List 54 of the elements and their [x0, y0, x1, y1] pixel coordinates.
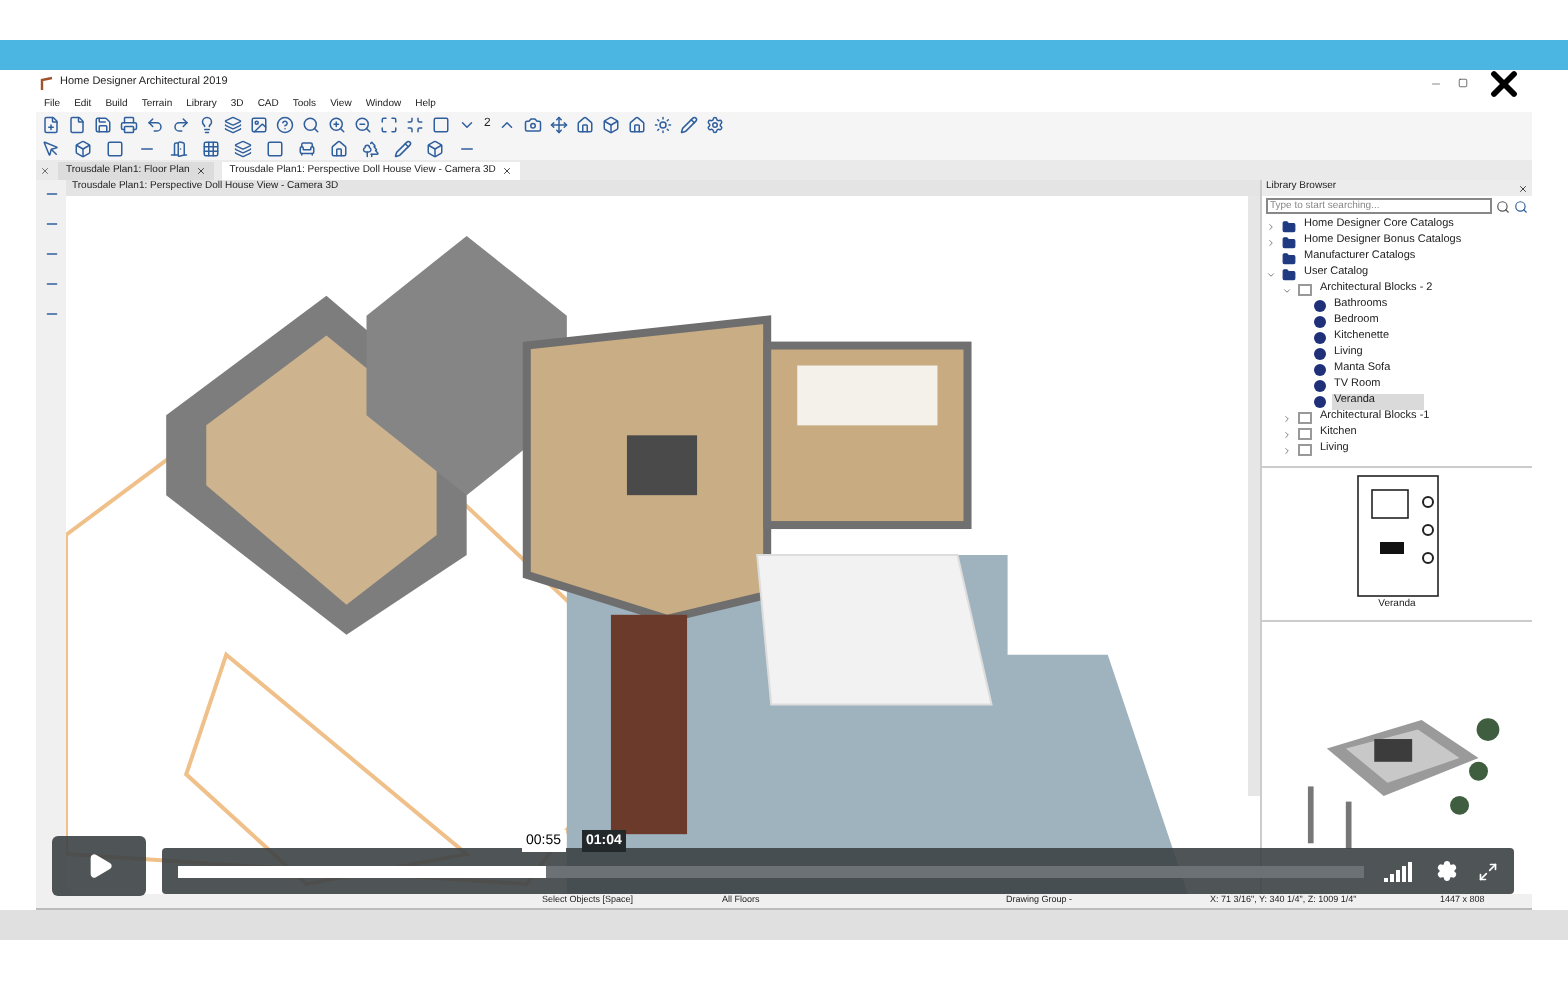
new-file-icon[interactable] — [42, 115, 60, 133]
zoom-in-icon[interactable] — [328, 115, 346, 133]
scrollbar[interactable] — [1248, 196, 1260, 796]
shrink-icon[interactable] — [406, 115, 424, 133]
undo-icon[interactable] — [146, 115, 164, 133]
file-icon[interactable] — [68, 115, 86, 133]
image-icon[interactable] — [250, 115, 268, 133]
grid-icon[interactable] — [202, 139, 220, 157]
door-icon[interactable] — [170, 139, 188, 157]
pointer-icon[interactable] — [42, 139, 60, 157]
move-icon[interactable] — [550, 115, 569, 133]
expand-icon[interactable] — [1282, 413, 1292, 423]
wall-icon[interactable] — [106, 139, 124, 157]
box-icon[interactable] — [426, 139, 444, 157]
folder-icon — [1298, 284, 1312, 296]
box-icon[interactable] — [74, 139, 92, 157]
redo-icon[interactable] — [172, 115, 190, 133]
window-icon[interactable] — [266, 139, 284, 157]
collapse-icon[interactable] — [1282, 285, 1292, 295]
help-icon[interactable] — [276, 115, 294, 133]
expand-icon[interactable] — [1266, 237, 1276, 247]
collapse-icon[interactable] — [1266, 269, 1276, 279]
square-icon[interactable] — [432, 115, 450, 133]
progress-track[interactable] — [178, 865, 1364, 877]
sun-icon[interactable] — [654, 115, 673, 133]
house-icon[interactable] — [576, 115, 595, 133]
layers-icon[interactable] — [224, 115, 242, 133]
armchair-icon[interactable] — [298, 139, 316, 157]
camera-icon[interactable] — [524, 115, 543, 133]
app-logo-icon — [40, 76, 54, 90]
tree-icon[interactable] — [362, 139, 380, 157]
save-icon[interactable] — [94, 115, 112, 133]
box-icon[interactable] — [602, 115, 621, 133]
floor-plan-drawing — [1355, 474, 1439, 598]
search-icon[interactable] — [1514, 199, 1528, 213]
signal-icon[interactable] — [1384, 861, 1416, 881]
lightbulb-icon[interactable] — [198, 115, 216, 133]
expand-icon[interactable] — [1266, 221, 1276, 231]
maximize-icon[interactable] — [1458, 78, 1468, 88]
fullscreen-icon[interactable] — [1478, 861, 1498, 881]
play-icon — [85, 852, 113, 880]
house-icon[interactable] — [628, 115, 647, 133]
pencil-icon[interactable] — [394, 139, 412, 157]
pencil-icon[interactable] — [680, 115, 699, 133]
house-icon[interactable] — [330, 139, 348, 157]
expand-icon[interactable] — [1282, 445, 1292, 455]
layers-icon[interactable] — [234, 139, 252, 157]
play-button[interactable] — [52, 836, 146, 896]
search-icon[interactable] — [302, 115, 320, 133]
search-icon[interactable] — [1496, 199, 1510, 213]
fill-window-icon[interactable] — [380, 115, 398, 133]
expand-icon[interactable] — [1282, 429, 1292, 439]
zoom-out-icon[interactable] — [354, 115, 372, 133]
print-icon[interactable] — [120, 115, 138, 133]
